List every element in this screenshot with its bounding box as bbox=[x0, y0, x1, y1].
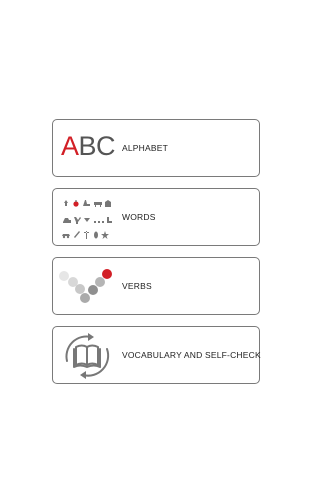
abc-logo-icon: ABC bbox=[59, 124, 117, 172]
vocabulary-self-check-label: VOCABULARY AND SELF-CHECK bbox=[122, 350, 261, 360]
abc-logo-rest-letters: BC bbox=[78, 131, 116, 161]
alphabet-label: ALPHABET bbox=[122, 143, 169, 153]
vocabulary-self-check-button[interactable]: VOCABULARY AND SELF-CHECK bbox=[52, 326, 261, 384]
verbs-label: VERBS bbox=[122, 281, 152, 291]
verb-dots-check-icon bbox=[59, 262, 117, 310]
main-menu: ABC ALPHABET WORDS VERBS VOCABULARY AND … bbox=[52, 119, 261, 395]
words-button[interactable]: WORDS bbox=[52, 188, 260, 246]
words-label: WORDS bbox=[122, 212, 156, 222]
alphabet-button[interactable]: ABC ALPHABET bbox=[52, 119, 260, 177]
book-refresh-icon bbox=[59, 331, 117, 379]
abc-logo-first-letter: A bbox=[61, 131, 79, 161]
word-pictograms-icon bbox=[59, 193, 117, 241]
verbs-button[interactable]: VERBS bbox=[52, 257, 260, 315]
